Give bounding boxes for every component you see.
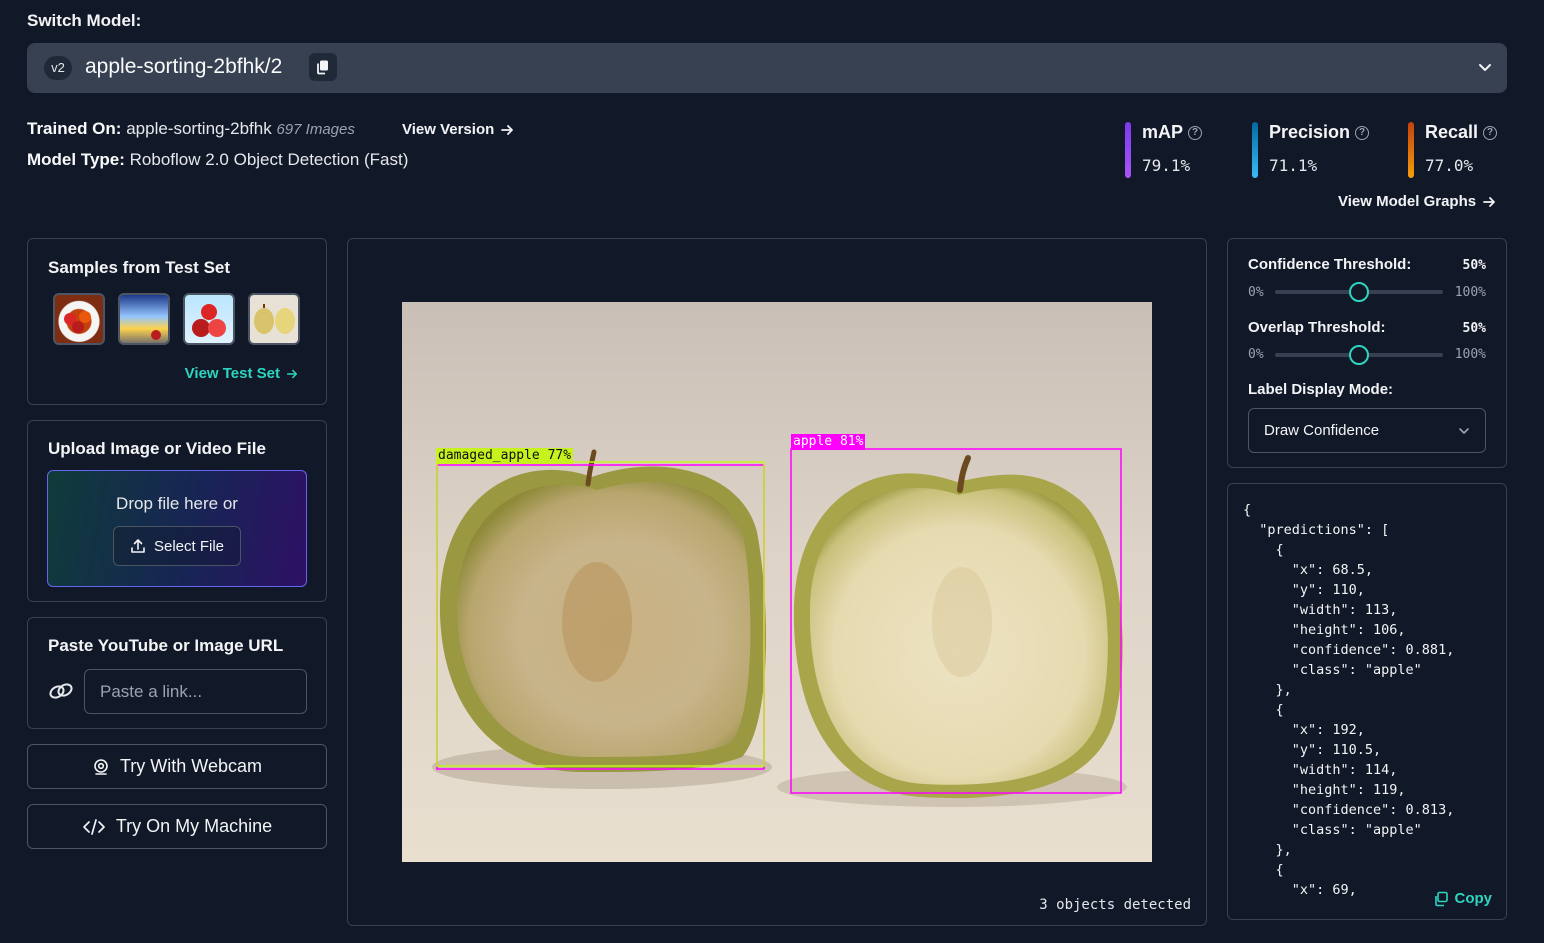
precision-label: Precision xyxy=(1269,122,1351,142)
view-graphs-label: View Model Graphs xyxy=(1338,193,1477,210)
detection-label-damaged-apple: damaged_apple 77% xyxy=(436,448,574,464)
map-label: mAP xyxy=(1142,122,1184,142)
samples-card: Samples from Test Set View Test Set xyxy=(27,238,327,405)
confidence-min: 0% xyxy=(1248,285,1264,300)
precision-value: 71.1% xyxy=(1269,156,1318,175)
file-dropzone[interactable]: Drop file here or Select File xyxy=(47,470,307,587)
link-icon xyxy=(49,683,73,699)
confidence-slider[interactable] xyxy=(1275,282,1443,302)
copy-json-button[interactable]: Copy xyxy=(1426,890,1493,907)
apples-plate-icon xyxy=(64,311,91,333)
view-model-graphs-link[interactable]: View Model Graphs xyxy=(1338,193,1496,210)
chevron-down-icon xyxy=(1479,64,1491,71)
model-type: Model Type: Roboflow 2.0 Object Detectio… xyxy=(27,150,408,170)
url-input[interactable] xyxy=(84,669,307,714)
view-test-set-link[interactable]: View Test Set xyxy=(185,365,298,382)
confidence-threshold-label: Confidence Threshold: xyxy=(1248,256,1412,273)
help-icon[interactable]: ? xyxy=(1483,125,1498,140)
label-display-mode-label: Label Display Mode: xyxy=(1248,381,1394,398)
version-badge: v2 xyxy=(44,56,72,80)
preview-card: damaged_apple 77% apple 81% 3 objects de… xyxy=(347,238,1207,926)
chevron-down-icon xyxy=(1459,428,1469,434)
image-count: 697 Images xyxy=(276,121,355,138)
json-output-card: { "predictions": [ { "x": 68.5, "y": 110… xyxy=(1227,483,1507,920)
copy-model-id-button[interactable] xyxy=(309,53,337,81)
model-select[interactable]: v2 apple-sorting-2bfhk/2 xyxy=(27,43,1507,93)
json-output: { "predictions": [ { "x": 68.5, "y": 110… xyxy=(1243,502,1455,898)
webcam-icon xyxy=(94,758,108,775)
upload-title: Upload Image or Video File xyxy=(48,439,266,458)
select-file-label: Select File xyxy=(153,537,225,555)
overlap-slider[interactable] xyxy=(1275,345,1443,365)
apple-halves-icon xyxy=(254,304,295,334)
arrow-right-icon xyxy=(286,369,298,378)
model-type-label: Model Type: xyxy=(27,150,125,169)
overlap-max: 100% xyxy=(1454,347,1486,362)
sample-thumbnail-4[interactable] xyxy=(248,293,300,345)
copy-json-label: Copy xyxy=(1454,890,1493,907)
overlap-threshold-label: Overlap Threshold: xyxy=(1248,319,1386,336)
copy-icon xyxy=(317,60,328,75)
model-type-value: Roboflow 2.0 Object Detection (Fast) xyxy=(129,150,409,169)
switch-model-label: Switch Model: xyxy=(27,11,142,30)
recall-value: 77.0% xyxy=(1425,156,1474,175)
detection-label-apple: apple 81% xyxy=(791,434,866,450)
view-version-link[interactable]: View Version xyxy=(402,121,514,138)
overlap-threshold-value: 50% xyxy=(1462,321,1486,336)
precision-bar xyxy=(1252,122,1258,178)
trained-on-label: Trained On: xyxy=(27,119,122,138)
sample-thumbnail-2[interactable] xyxy=(118,293,170,345)
arrow-right-icon xyxy=(501,124,514,135)
arrow-right-icon xyxy=(1483,196,1495,207)
sample-thumbnail-1[interactable] xyxy=(53,293,105,345)
confidence-threshold-value: 50% xyxy=(1462,258,1486,273)
map-value: 79.1% xyxy=(1142,156,1191,175)
inference-image: damaged_apple 77% apple 81% xyxy=(402,302,1152,862)
upload-icon xyxy=(131,539,145,553)
model-name: apple-sorting-2bfhk/2 xyxy=(85,55,283,78)
help-icon[interactable]: ? xyxy=(1355,125,1370,140)
drop-text: Drop file here or xyxy=(116,494,238,513)
apple-sky-icon xyxy=(151,330,161,340)
recall-label: Recall xyxy=(1425,122,1479,142)
confidence-max: 100% xyxy=(1454,285,1486,300)
label-display-mode-select[interactable]: Draw Confidence xyxy=(1248,408,1486,453)
red-apples-icon xyxy=(192,304,226,337)
objects-detected-count: 3 objects detected xyxy=(1039,897,1191,913)
try-on-machine-button[interactable]: Try On My Machine xyxy=(27,804,327,849)
samples-title: Samples from Test Set xyxy=(48,258,231,277)
webcam-label: Try With Webcam xyxy=(119,756,262,776)
url-card: Paste YouTube or Image URL xyxy=(27,617,327,729)
trained-on-value: apple-sorting-2bfhk xyxy=(126,119,272,138)
view-version-label: View Version xyxy=(402,121,495,138)
help-icon[interactable]: ? xyxy=(1188,125,1203,140)
label-display-mode-value: Draw Confidence xyxy=(1264,422,1380,439)
url-title: Paste YouTube or Image URL xyxy=(48,636,284,655)
apple-halves-image xyxy=(402,302,1152,862)
machine-label: Try On My Machine xyxy=(115,816,273,836)
recall-bar xyxy=(1408,122,1414,178)
trained-on: Trained On: apple-sorting-2bfhk 697 Imag… xyxy=(27,119,355,139)
upload-card: Upload Image or Video File Drop file her… xyxy=(27,420,327,602)
copy-icon xyxy=(1434,891,1448,906)
controls-card: Confidence Threshold: 50% 0% 100% Overla… xyxy=(1227,238,1507,468)
select-file-button[interactable]: Select File xyxy=(113,526,241,566)
sample-thumbnail-3[interactable] xyxy=(183,293,235,345)
view-test-set-label: View Test Set xyxy=(184,365,280,382)
overlap-min: 0% xyxy=(1248,347,1264,362)
code-icon xyxy=(82,818,105,835)
try-webcam-button[interactable]: Try With Webcam xyxy=(27,744,327,789)
confidence-slider-handle[interactable] xyxy=(1349,282,1369,302)
map-bar xyxy=(1125,122,1131,178)
overlap-slider-handle[interactable] xyxy=(1349,345,1369,365)
